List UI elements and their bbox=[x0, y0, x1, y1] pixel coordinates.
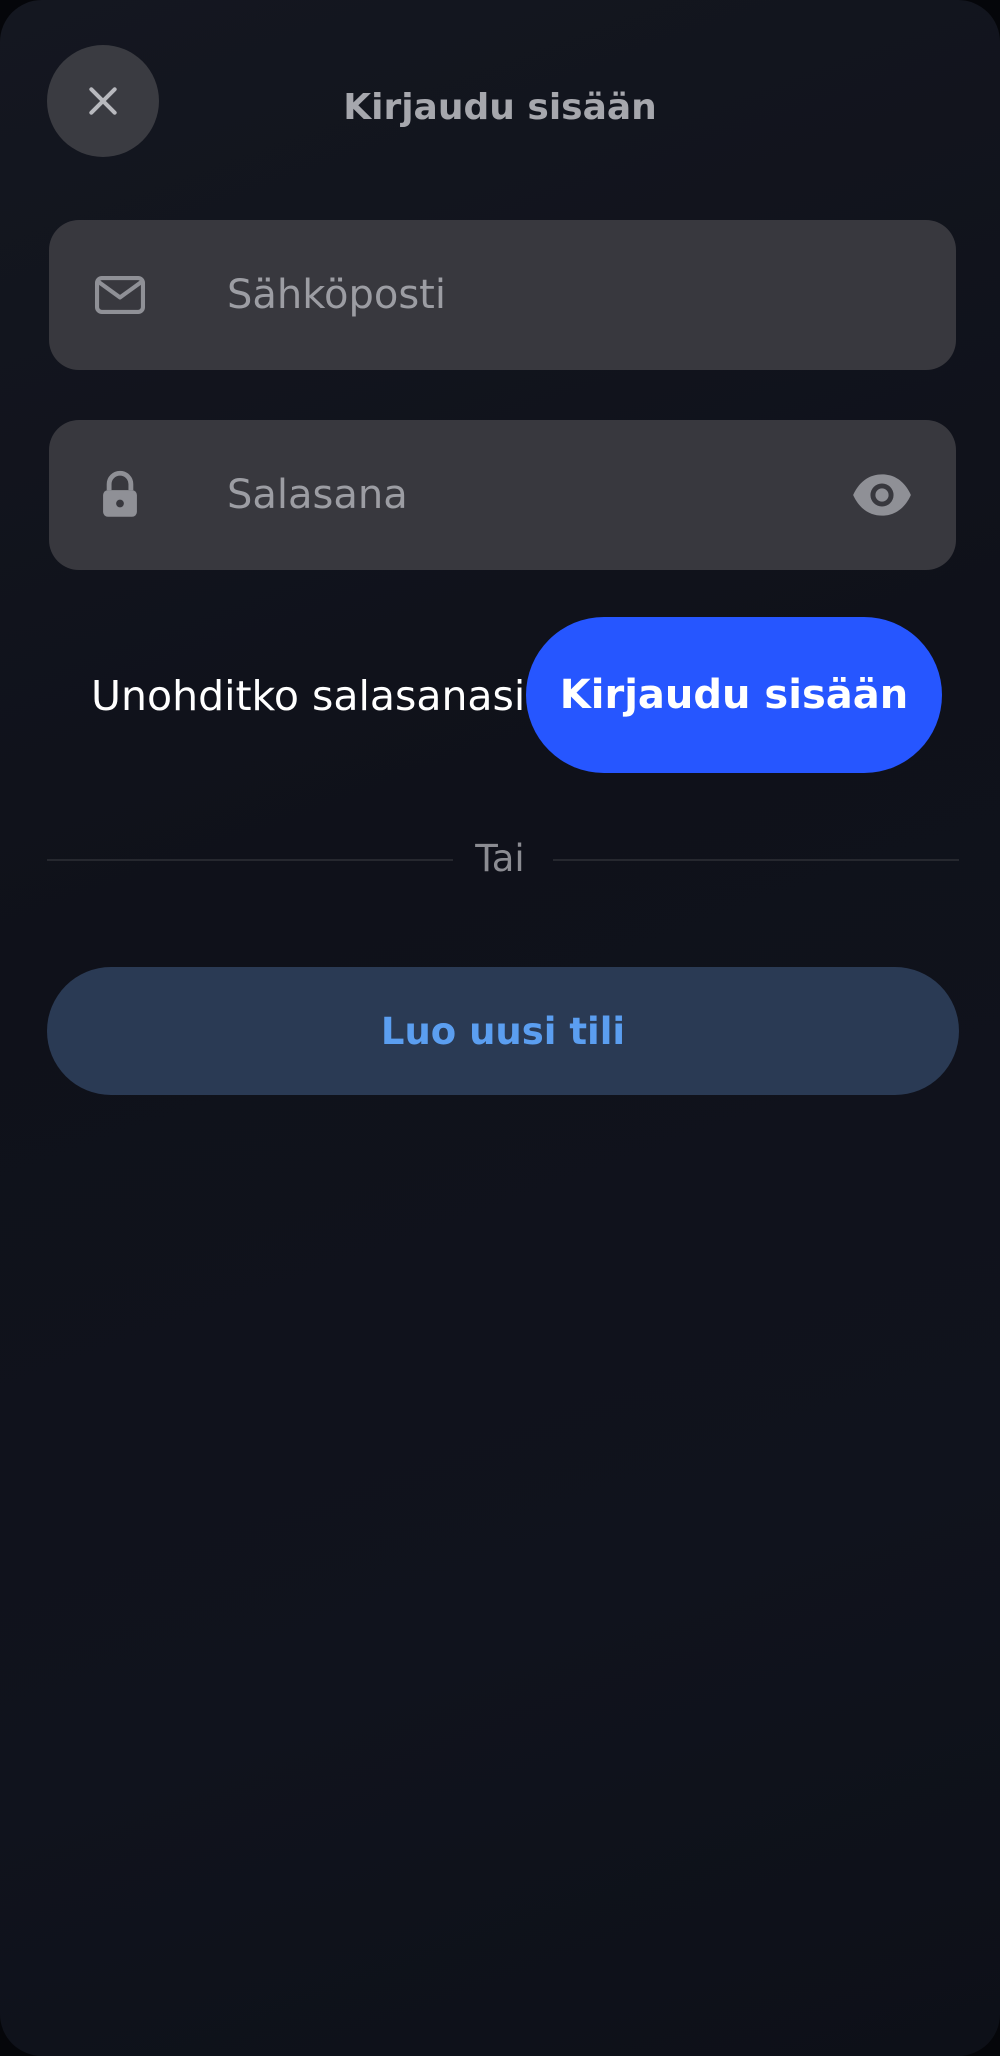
show-password-button[interactable] bbox=[846, 459, 918, 531]
email-input[interactable] bbox=[179, 220, 836, 370]
email-field[interactable] bbox=[49, 220, 956, 370]
login-button[interactable]: Kirjaudu sisään bbox=[526, 617, 942, 773]
password-input[interactable] bbox=[179, 420, 836, 570]
eye-icon bbox=[853, 474, 911, 516]
create-account-button[interactable]: Luo uusi tili bbox=[47, 967, 959, 1095]
lock-icon bbox=[89, 464, 151, 526]
password-field[interactable] bbox=[49, 420, 956, 570]
forgot-password-link[interactable]: Unohditko salasanasi? bbox=[91, 668, 547, 724]
divider-line-right bbox=[553, 859, 959, 861]
page-title: Kirjaudu sisään bbox=[343, 87, 657, 128]
login-panel: Kirjaudu sisään Unohditko sal bbox=[0, 0, 1000, 2056]
mail-icon bbox=[89, 264, 151, 326]
